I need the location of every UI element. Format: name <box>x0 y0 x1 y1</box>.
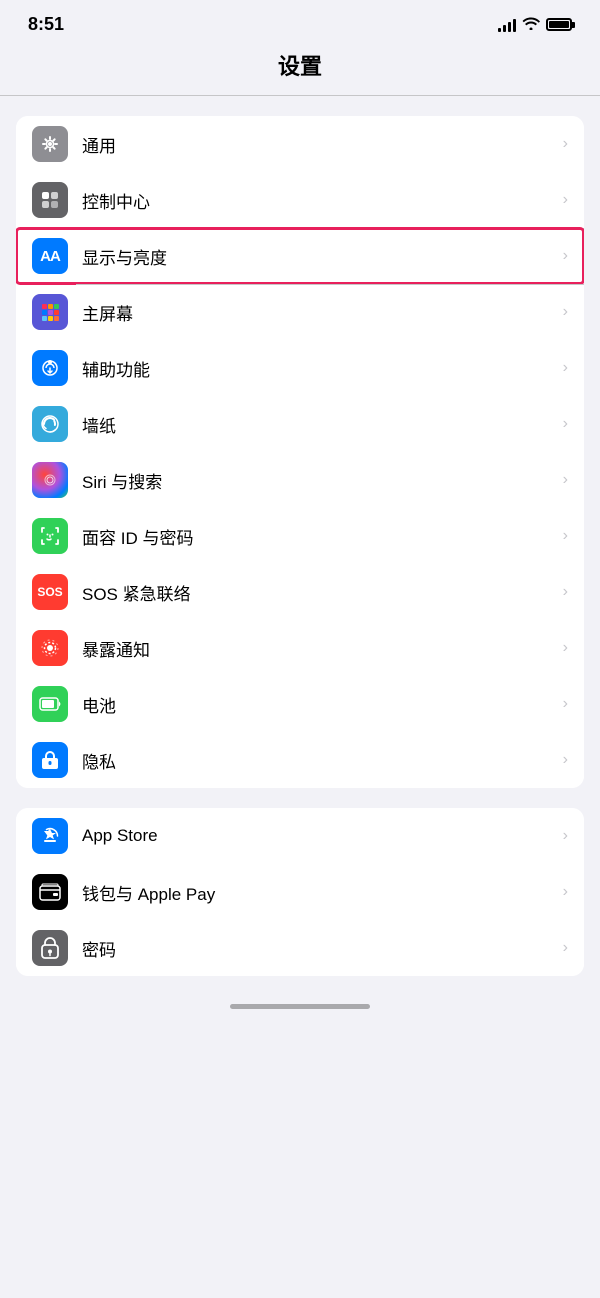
faceid-chevron: › <box>563 527 568 545</box>
general-chevron: › <box>563 135 568 153</box>
exposure-icon <box>32 630 68 666</box>
settings-item-privacy[interactable]: 隐私 › <box>16 732 584 788</box>
exposure-chevron: › <box>563 639 568 657</box>
home-indicator <box>0 996 600 1013</box>
settings-item-general[interactable]: 通用 › <box>16 116 584 172</box>
settings-item-faceid[interactable]: 面容 ID 与密码 › <box>16 508 584 564</box>
section-divider <box>0 95 600 96</box>
passwords-icon <box>32 930 68 966</box>
status-bar: 8:51 <box>0 0 600 41</box>
accessibility-icon <box>32 350 68 386</box>
settings-group-1: 通用 › 控制中心 › AA 显示与亮度 › <box>16 116 584 788</box>
settings-item-exposure[interactable]: 暴露通知 › <box>16 620 584 676</box>
settings-item-siri[interactable]: Siri 与搜索 › <box>16 452 584 508</box>
faceid-icon <box>32 518 68 554</box>
settings-item-appstore[interactable]: App Store › <box>16 808 584 864</box>
home-bar <box>230 1004 370 1009</box>
page-title: 设置 <box>0 49 600 81</box>
settings-item-display[interactable]: AA 显示与亮度 › <box>16 228 584 284</box>
passwords-chevron: › <box>563 939 568 957</box>
display-icon: AA <box>32 238 68 274</box>
sos-label: SOS 紧急联络 <box>82 580 563 605</box>
wallet-chevron: › <box>563 883 568 901</box>
siri-label: Siri 与搜索 <box>82 468 563 493</box>
settings-item-battery[interactable]: 电池 › <box>16 676 584 732</box>
privacy-chevron: › <box>563 751 568 769</box>
exposure-label: 暴露通知 <box>82 636 563 661</box>
wallpaper-label: 墙纸 <box>82 412 563 437</box>
sos-chevron: › <box>563 583 568 601</box>
settings-item-sos[interactable]: SOS SOS 紧急联络 › <box>16 564 584 620</box>
wallet-icon <box>32 874 68 910</box>
siri-chevron: › <box>563 471 568 489</box>
homescreen-label: 主屏幕 <box>82 300 563 325</box>
signal-icon <box>498 18 516 32</box>
wallpaper-chevron: › <box>563 415 568 433</box>
settings-item-control-center[interactable]: 控制中心 › <box>16 172 584 228</box>
status-time: 8:51 <box>28 14 64 35</box>
passwords-label: 密码 <box>82 936 563 961</box>
control-center-label: 控制中心 <box>82 188 563 213</box>
settings-item-accessibility[interactable]: 辅助功能 › <box>16 340 584 396</box>
battery-label: 电池 <box>82 692 563 717</box>
settings-item-wallpaper[interactable]: 墙纸 › <box>16 396 584 452</box>
homescreen-icon <box>32 294 68 330</box>
settings-item-homescreen[interactable]: 主屏幕 › <box>16 284 584 340</box>
control-center-chevron: › <box>563 191 568 209</box>
status-icons <box>498 16 572 33</box>
faceid-label: 面容 ID 与密码 <box>82 524 563 549</box>
wifi-icon <box>522 16 540 33</box>
siri-icon <box>32 462 68 498</box>
wallet-label: 钱包与 Apple Pay <box>82 880 563 905</box>
display-label: 显示与亮度 <box>82 244 563 269</box>
display-chevron: › <box>563 247 568 265</box>
general-icon <box>32 126 68 162</box>
general-label: 通用 <box>82 132 563 157</box>
homescreen-chevron: › <box>563 303 568 321</box>
settings-group-2: App Store › 钱包与 Apple Pay › 密码 › <box>16 808 584 976</box>
sos-icon: SOS <box>32 574 68 610</box>
appstore-chevron: › <box>563 827 568 845</box>
battery-icon <box>546 18 572 31</box>
privacy-icon <box>32 742 68 778</box>
wallpaper-icon <box>32 406 68 442</box>
settings-item-wallet[interactable]: 钱包与 Apple Pay › <box>16 864 584 920</box>
appstore-icon <box>32 818 68 854</box>
accessibility-chevron: › <box>563 359 568 377</box>
settings-item-passwords[interactable]: 密码 › <box>16 920 584 976</box>
accessibility-label: 辅助功能 <box>82 356 563 381</box>
control-center-icon <box>32 182 68 218</box>
page-title-bar: 设置 <box>0 41 600 95</box>
battery-settings-icon <box>32 686 68 722</box>
appstore-label: App Store <box>82 826 563 846</box>
battery-chevron: › <box>563 695 568 713</box>
privacy-label: 隐私 <box>82 748 563 773</box>
